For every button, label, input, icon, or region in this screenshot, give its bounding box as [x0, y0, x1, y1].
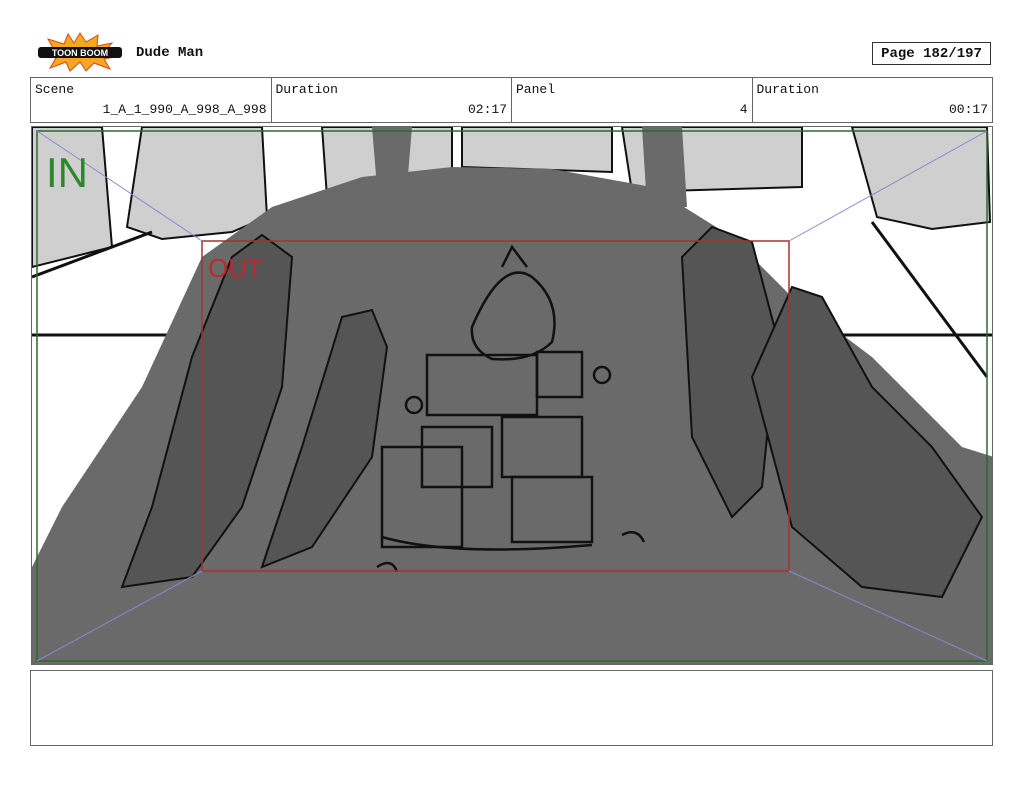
svg-text:TOON BOOM: TOON BOOM	[52, 48, 108, 58]
panel-cell: Panel 4	[512, 78, 753, 122]
panel-duration-label: Duration	[756, 82, 819, 97]
out-label: OUT	[208, 253, 263, 283]
scene-label: Scene	[35, 82, 75, 97]
notes-box	[30, 670, 993, 746]
in-label: IN	[46, 149, 88, 196]
page-number: Page 182/197	[872, 42, 991, 65]
storyboard-panel: IN OUT	[31, 126, 993, 665]
panel-duration-cell: Duration 00:17	[753, 78, 993, 122]
toon-boom-logo: TOON BOOM	[34, 32, 126, 72]
panel-duration-value: 00:17	[948, 102, 988, 117]
scene-cell: Scene 1_A_1_990_A_998_A_998	[31, 78, 272, 122]
project-title: Dude Man	[136, 45, 204, 61]
scene-duration-label: Duration	[275, 82, 338, 97]
panel-label: Panel	[516, 82, 556, 97]
scene-duration-value: 02:17	[467, 102, 507, 117]
scene-duration-cell: Duration 02:17	[272, 78, 512, 122]
panel-value: 4	[739, 102, 748, 117]
panel-info-table: Scene 1_A_1_990_A_998_A_998 Duration 02:…	[30, 77, 993, 123]
scene-value: 1_A_1_990_A_998_A_998	[102, 102, 267, 117]
panel-sketch: IN OUT	[32, 127, 992, 664]
